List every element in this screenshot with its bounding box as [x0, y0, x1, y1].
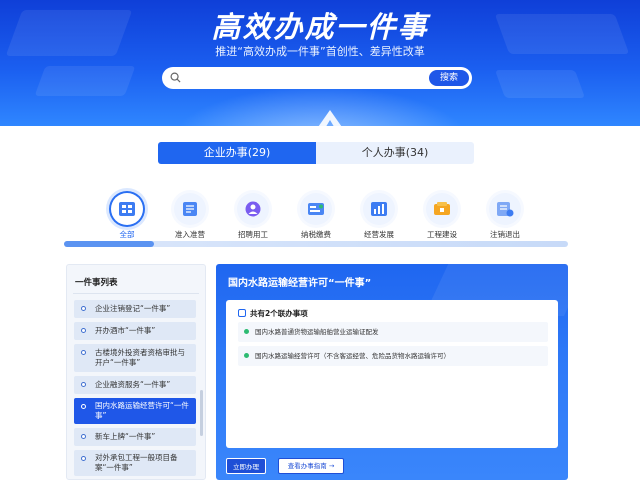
- category-label: 全部: [119, 230, 135, 239]
- list-item[interactable]: 古楼境外投资者资格审批与开户“一件事”: [74, 344, 196, 372]
- cancel-icon: [497, 202, 514, 217]
- arrow-right-icon: →: [328, 462, 335, 470]
- joint-items-header: 共有2个联办事项: [238, 308, 308, 319]
- license-icon: [183, 202, 197, 216]
- status-dot-icon: [244, 329, 249, 334]
- category-icon-ring: [111, 193, 143, 225]
- category-label: 招聘用工: [238, 230, 268, 239]
- divider: [73, 293, 199, 294]
- category-icon-ring: [363, 193, 395, 225]
- list-scrollbar[interactable]: [200, 390, 203, 436]
- category-label: 注销退出: [490, 230, 520, 239]
- bullet-icon: [81, 456, 86, 461]
- person-icon: [245, 201, 261, 217]
- list-item-label: 古楼境外投资者资格审批与开户“一件事”: [95, 348, 185, 367]
- category-construction[interactable]: 工程建设: [412, 193, 472, 240]
- list-item[interactable]: 开办酒市“一件事”: [74, 322, 196, 340]
- bullet-icon: [81, 382, 86, 387]
- apply-now-button[interactable]: 立即办理: [226, 458, 266, 474]
- search-button[interactable]: 搜索: [429, 70, 469, 86]
- category-label: 纳税缴费: [301, 230, 331, 239]
- service-tabs: 企业办事(29) 个人办事(34): [158, 142, 474, 164]
- list-item-label: 国内水路运输经营许可“一件事”: [95, 401, 189, 420]
- tab-enterprise[interactable]: 企业办事(29): [158, 142, 316, 164]
- emblem-icon: [318, 110, 342, 126]
- category-icon-ring: [426, 193, 458, 225]
- list-item-label: 企业注销登记“一件事”: [95, 304, 171, 313]
- category-label: 准入准营: [175, 230, 205, 239]
- list-item-label: 企业融资服务“一件事”: [95, 380, 171, 389]
- category-label: 经营发展: [364, 230, 394, 239]
- all-icon: [119, 202, 135, 216]
- banner-decoration: [494, 70, 586, 98]
- category-icon-ring: [237, 193, 269, 225]
- matter-list-panel: 一件事列表: [66, 264, 206, 480]
- list-title: 一件事列表: [75, 278, 118, 288]
- joint-item[interactable]: 国内水路运输经营许可（不含客运经营、危险品货物水路运输许可）: [238, 346, 548, 366]
- bullet-icon: [81, 328, 86, 333]
- view-guide-label: 查看办事指南: [287, 462, 327, 470]
- category-track-active: [64, 241, 154, 247]
- category-recruit[interactable]: 招聘用工: [223, 193, 283, 240]
- joint-item-label: 国内水路运输经营许可（不含客运经营、危险品货物水路运输许可）: [255, 352, 450, 360]
- category-icon-ring: [300, 193, 332, 225]
- list-item-label: 对外承包工程一般项目备案“一件事”: [95, 453, 178, 472]
- list-item-selected[interactable]: 国内水路运输经营许可“一件事”: [74, 398, 196, 424]
- construction-icon: [434, 202, 450, 215]
- category-all[interactable]: 全部: [97, 193, 157, 240]
- category-tax[interactable]: 纳税缴费: [286, 193, 346, 240]
- category-icon-ring: [489, 193, 521, 225]
- checklist-icon: [238, 309, 246, 317]
- joint-item-label: 国内水路普通货物运输船舶营业运输证配发: [255, 328, 379, 336]
- banner-decoration: [34, 66, 136, 96]
- page-subtitle: 推进“高效办成一件事”首创性、差异性改革: [215, 45, 425, 58]
- bullet-icon: [81, 434, 86, 439]
- bullet-icon: [81, 306, 86, 311]
- joint-items-card: 共有2个联办事项 国内水路普通货物运输船舶营业运输证配发 国内水路运输经营许可（…: [226, 300, 558, 448]
- search-icon: [170, 72, 181, 83]
- list-item-label: 新车上牌“一件事”: [95, 432, 156, 441]
- chart-icon: [371, 202, 387, 216]
- page-title: 高效办成一件事: [211, 10, 429, 44]
- tax-icon: [308, 203, 324, 215]
- list-item[interactable]: 企业融资服务“一件事”: [74, 376, 196, 394]
- hero-banner: 高效办成一件事 推进“高效办成一件事”首创性、差异性改革 搜索: [0, 0, 640, 126]
- list-item[interactable]: 企业注销登记“一件事”: [74, 300, 196, 318]
- category-access[interactable]: 准入准营: [160, 193, 220, 240]
- category-exit[interactable]: 注销退出: [475, 193, 535, 240]
- search-bar: 搜索: [162, 67, 472, 89]
- view-guide-button[interactable]: 查看办事指南 →: [278, 458, 344, 474]
- list-item[interactable]: 对外承包工程一般项目备案“一件事”: [74, 450, 196, 476]
- category-icon-ring: [174, 193, 206, 225]
- category-business[interactable]: 经营发展: [349, 193, 409, 240]
- matter-detail-panel: 国内水路运输经营许可“一件事” 共有2个联办事项 国内水路普通货物运输船舶营业运…: [216, 264, 568, 480]
- bullet-icon: [81, 404, 86, 409]
- list-item[interactable]: 新车上牌“一件事”: [74, 428, 196, 446]
- list-item-label: 开办酒市“一件事”: [95, 326, 156, 335]
- joint-items-count: 共有2个联办事项: [250, 309, 308, 318]
- joint-item[interactable]: 国内水路普通货物运输船舶营业运输证配发: [238, 322, 548, 342]
- bullet-icon: [81, 350, 86, 355]
- search-input[interactable]: [188, 70, 418, 86]
- tab-personal[interactable]: 个人办事(34): [316, 142, 474, 164]
- status-dot-icon: [244, 353, 249, 358]
- detail-title: 国内水路运输经营许可“一件事”: [228, 278, 372, 289]
- category-label: 工程建设: [427, 230, 457, 239]
